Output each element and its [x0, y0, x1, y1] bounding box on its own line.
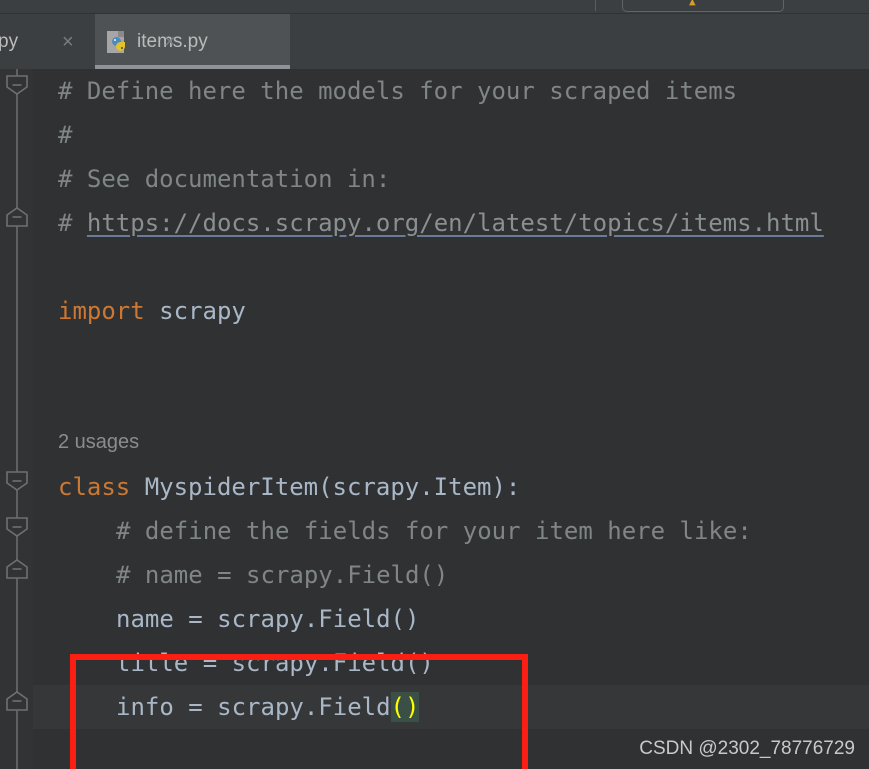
fold-marker[interactable] [5, 74, 29, 96]
code-token-kw: import [58, 297, 145, 325]
code-content[interactable]: # Define here the models for your scrape… [33, 69, 869, 769]
fold-down-icon [5, 74, 29, 96]
fold-marker[interactable] [5, 206, 29, 228]
code-line[interactable]: # Define here the models for your scrape… [58, 69, 737, 113]
code-token-kw: class [58, 473, 131, 501]
code-line[interactable]: # https://docs.scrapy.org/en/latest/topi… [58, 201, 824, 245]
toolbar-divider [595, 0, 596, 11]
fold-down-icon [5, 516, 29, 538]
code-line[interactable]: # See documentation in: [58, 157, 390, 201]
code-line[interactable]: name = scrapy.Field() [116, 597, 419, 641]
code-token-cm: # Define here the models for your scrape… [58, 77, 738, 105]
code-line[interactable]: import scrapy [58, 289, 246, 333]
code-token-url: https://docs.scrapy.org/en/latest/topics… [86, 209, 824, 237]
code-token-id: name = scrapy.Field() [116, 605, 420, 633]
tab-close-icon[interactable]: × [164, 32, 176, 52]
tab-close-icon[interactable]: × [62, 32, 74, 52]
editor-tab-bar: st.py × items.py × [0, 14, 869, 69]
watermark: CSDN @2302_78776729 [639, 738, 855, 759]
tab-st-py[interactable]: st.py [0, 14, 90, 69]
tab-items-py[interactable]: items.py [95, 14, 290, 69]
code-line[interactable]: # define the fields for your item here l… [116, 509, 752, 553]
code-token-cm: # define the fields for your item here l… [116, 517, 752, 545]
fold-marker[interactable] [5, 690, 29, 712]
code-line[interactable]: info = scrapy.Field() [116, 685, 420, 729]
code-token-brkt-hl: () [390, 692, 420, 722]
code-token-cm: # See documentation in: [58, 165, 391, 193]
editor-gutter[interactable] [0, 69, 33, 769]
code-token-cm: # [58, 121, 73, 149]
code-line[interactable]: class MyspiderItem(scrapy.Item): [58, 465, 520, 509]
fold-up-icon [5, 206, 29, 228]
code-token-cm: # [58, 209, 87, 237]
fold-down-icon [5, 470, 29, 492]
code-fold-guide-line [16, 69, 18, 769]
code-line[interactable]: # name = scrapy.Field() [116, 553, 448, 597]
code-token-cm: # name = scrapy.Field() [116, 561, 449, 589]
fold-marker[interactable] [5, 470, 29, 492]
code-line[interactable]: # [58, 113, 72, 157]
code-token-id: scrapy [144, 297, 246, 325]
run-configuration-selector[interactable]: ▲ [622, 0, 784, 12]
code-line[interactable]: title = scrapy.Field() [116, 641, 434, 685]
fold-marker[interactable] [5, 516, 29, 538]
code-token-id: info = scrapy.Field [116, 693, 391, 721]
inlay-hint-usages[interactable]: 2 usages [58, 431, 139, 454]
fold-marker[interactable] [5, 558, 29, 580]
code-token-id: MyspiderItem(scrapy.Item): [130, 473, 521, 501]
warning-triangle-icon: ▲ [689, 0, 696, 8]
python-file-icon [107, 30, 129, 54]
tab-label: st.py [0, 30, 19, 52]
fold-up-icon [5, 558, 29, 580]
code-token-id: title = scrapy.Field() [116, 649, 434, 677]
fold-up-icon [5, 690, 29, 712]
code-editor[interactable]: # Define here the models for your scrape… [0, 69, 869, 769]
